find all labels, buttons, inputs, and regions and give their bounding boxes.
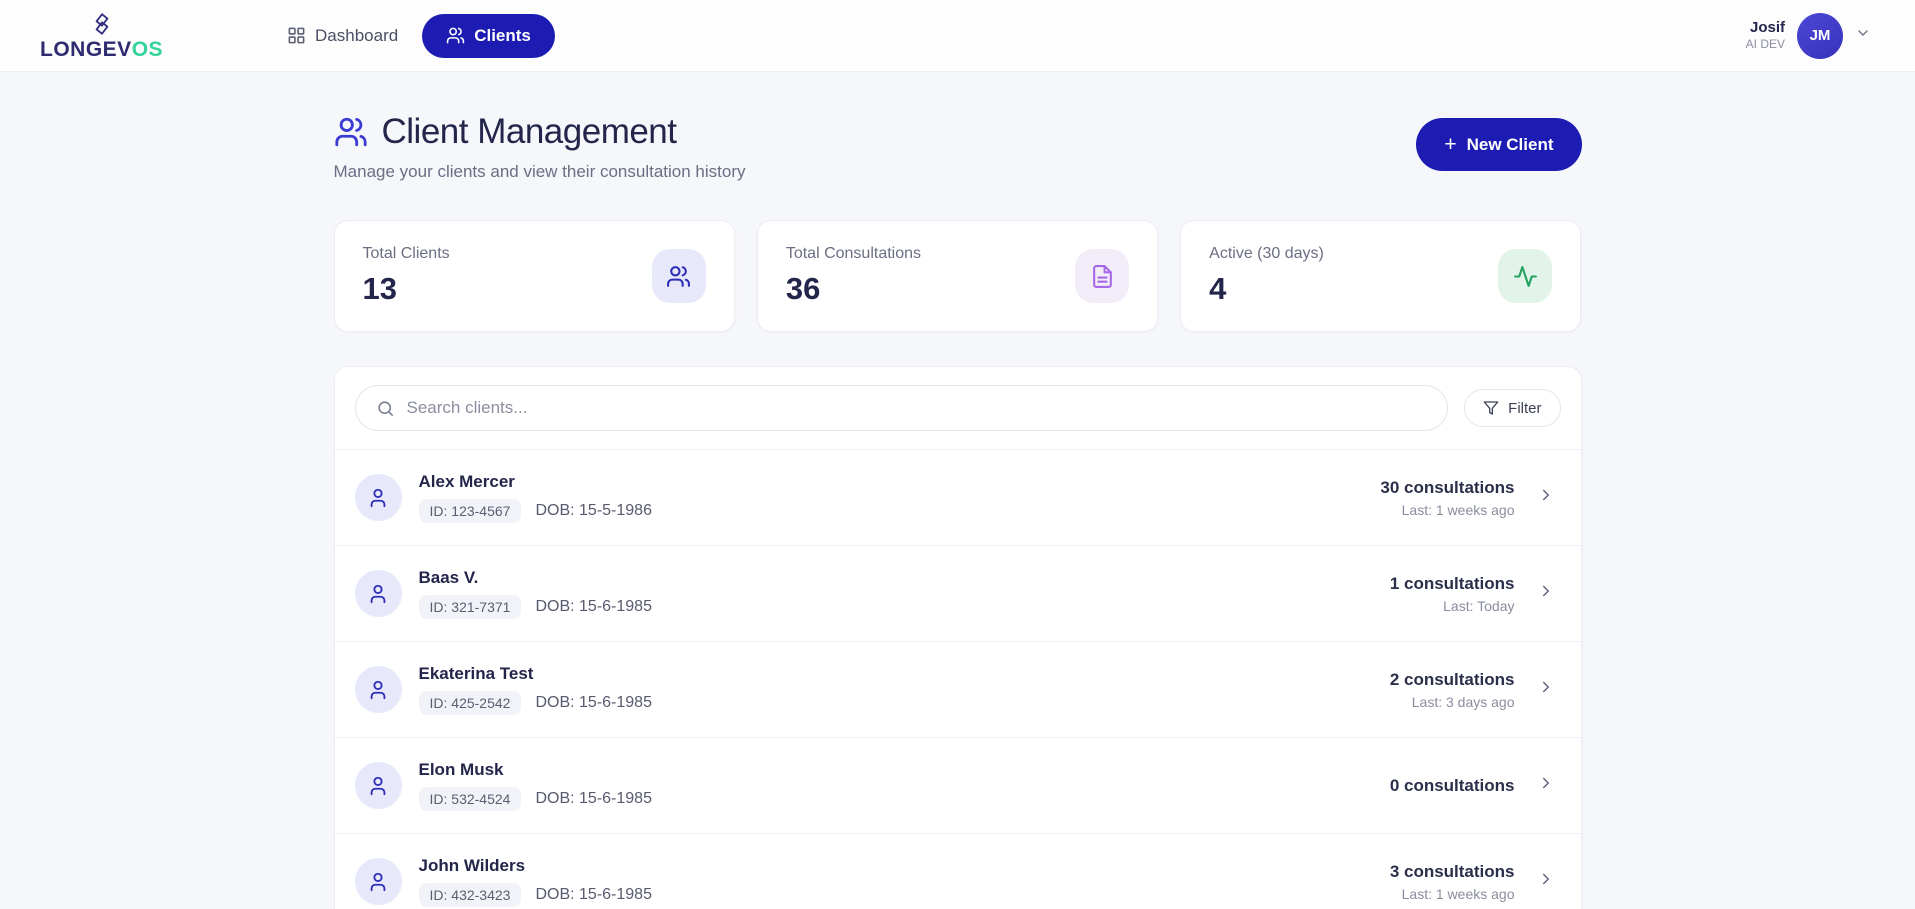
nav-item-label: Dashboard — [315, 26, 398, 46]
users-icon — [652, 249, 706, 303]
user-icon — [355, 858, 402, 905]
chevron-right-icon — [1537, 774, 1555, 797]
stat-value: 4 — [1209, 271, 1324, 307]
client-row[interactable]: Elon Musk ID: 532-4524 DOB: 15-6-1985 0 … — [335, 738, 1581, 834]
client-id-badge: ID: 123-4567 — [419, 499, 522, 523]
stat-label: Active (30 days) — [1209, 245, 1324, 263]
client-management-page: Client Management Manage your clients an… — [334, 72, 1582, 909]
user-menu[interactable]: Josif AI DEV JM — [1746, 13, 1871, 59]
search-box — [355, 385, 1449, 431]
client-name: Alex Mercer — [419, 472, 1381, 492]
client-row[interactable]: Baas V. ID: 321-7371 DOB: 15-6-1985 1 co… — [335, 546, 1581, 642]
client-dob: DOB: 15-5-1986 — [535, 502, 652, 520]
last-consultation: Last: 1 weeks ago — [1390, 886, 1515, 902]
stat-value: 36 — [786, 271, 921, 307]
consultation-count: 0 consultations — [1390, 776, 1515, 796]
client-id-badge: ID: 425-2542 — [419, 691, 522, 715]
chevron-right-icon — [1537, 870, 1555, 893]
client-row[interactable]: Alex Mercer ID: 123-4567 DOB: 15-5-1986 … — [335, 450, 1581, 546]
logo-ribbon-icon — [87, 11, 117, 37]
nav-item-label: Clients — [474, 26, 531, 46]
user-icon — [355, 762, 402, 809]
plus-icon: + — [1444, 134, 1456, 155]
chevron-down-icon[interactable] — [1855, 25, 1871, 46]
client-dob: DOB: 15-6-1985 — [535, 790, 652, 808]
client-dob: DOB: 15-6-1985 — [535, 694, 652, 712]
last-consultation: Last: Today — [1390, 598, 1515, 614]
stat-value: 13 — [363, 271, 450, 307]
new-client-button[interactable]: + New Client — [1416, 118, 1581, 171]
stat-card-total-clients: Total Clients 13 — [334, 220, 735, 332]
filter-button[interactable]: Filter — [1464, 389, 1560, 427]
client-dob: DOB: 15-6-1985 — [535, 598, 652, 616]
last-consultation: Last: 3 days ago — [1390, 694, 1515, 710]
stat-card-total-consultations: Total Consultations 36 — [757, 220, 1158, 332]
stats-row: Total Clients 13 Total Consultations 36 — [334, 220, 1582, 332]
nav-item-dashboard[interactable]: Dashboard — [273, 16, 412, 56]
page-subtitle: Manage your clients and view their consu… — [334, 162, 746, 182]
filter-funnel-icon — [1483, 400, 1499, 416]
stat-card-active-30-days: Active (30 days) 4 — [1180, 220, 1581, 332]
chevron-right-icon — [1537, 678, 1555, 701]
client-name: Elon Musk — [419, 760, 1390, 780]
avatar[interactable]: JM — [1797, 13, 1843, 59]
page-header: Client Management Manage your clients an… — [334, 112, 1582, 182]
consultation-count: 2 consultations — [1390, 670, 1515, 690]
user-role: AI DEV — [1746, 37, 1785, 52]
users-icon — [334, 115, 368, 149]
logo-wordmark: LONGEVOS — [40, 39, 163, 60]
last-consultation: Last: 1 weeks ago — [1380, 502, 1514, 518]
client-id-badge: ID: 321-7371 — [419, 595, 522, 619]
page-title: Client Management — [382, 112, 677, 152]
user-icon — [355, 570, 402, 617]
consultation-count: 3 consultations — [1390, 862, 1515, 882]
search-row: Filter — [335, 367, 1581, 450]
clients-panel: Filter Alex Mercer ID: 123-4567 DOB: 15-… — [334, 366, 1582, 909]
grid-icon — [287, 26, 306, 45]
client-name: Ekaterina Test — [419, 664, 1390, 684]
app-logo[interactable]: LONGEVOS — [40, 11, 163, 60]
activity-icon — [1498, 249, 1552, 303]
client-name: Baas V. — [419, 568, 1390, 588]
stat-label: Total Consultations — [786, 245, 921, 263]
user-name: Josif — [1746, 19, 1785, 38]
client-name: John Wilders — [419, 856, 1390, 876]
client-list: Alex Mercer ID: 123-4567 DOB: 15-5-1986 … — [335, 450, 1581, 909]
search-icon — [376, 399, 395, 418]
search-input[interactable] — [407, 398, 1428, 418]
client-id-badge: ID: 432-3423 — [419, 883, 522, 907]
consultation-count: 1 consultations — [1390, 574, 1515, 594]
file-text-icon — [1075, 249, 1129, 303]
user-icon — [355, 666, 402, 713]
client-id-badge: ID: 532-4524 — [419, 787, 522, 811]
client-row[interactable]: John Wilders ID: 432-3423 DOB: 15-6-1985… — [335, 834, 1581, 909]
stat-label: Total Clients — [363, 245, 450, 263]
chevron-right-icon — [1537, 582, 1555, 605]
top-navigation: LONGEVOS Dashboard Clients Josif AI DEV … — [0, 0, 1915, 72]
client-row[interactable]: Ekaterina Test ID: 425-2542 DOB: 15-6-19… — [335, 642, 1581, 738]
nav-item-clients[interactable]: Clients — [422, 14, 555, 58]
client-dob: DOB: 15-6-1985 — [535, 886, 652, 904]
users-icon — [446, 26, 465, 45]
user-icon — [355, 474, 402, 521]
consultation-count: 30 consultations — [1380, 478, 1514, 498]
chevron-right-icon — [1537, 486, 1555, 509]
primary-nav: Dashboard Clients — [273, 14, 555, 58]
